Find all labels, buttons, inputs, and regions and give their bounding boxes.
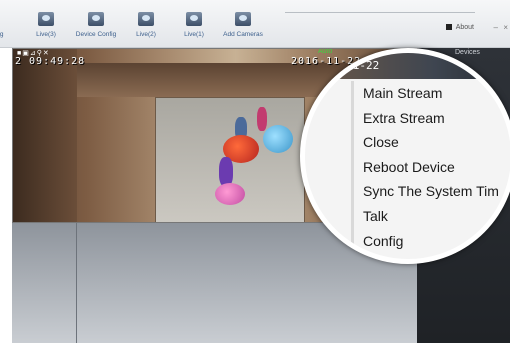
menu-item-extra-stream[interactable]: Extra Stream xyxy=(363,106,510,131)
camera-icon xyxy=(186,12,202,26)
menu-item-close[interactable]: Close xyxy=(363,130,510,155)
osd-time: 2 09:49:28 xyxy=(15,56,86,67)
minimize-button[interactable]: – xyxy=(494,23,498,32)
toolbar-item-label: Add Cameras xyxy=(223,31,263,38)
title-divider xyxy=(285,12,475,13)
pane-divider xyxy=(76,223,77,343)
magnified-date: 2016-11-22 xyxy=(313,59,380,72)
device-config-icon xyxy=(88,12,104,26)
camera-icon xyxy=(38,12,54,26)
bird-figure xyxy=(215,183,245,205)
zoom-magnifier: Auto 2016-11-22 Main Stream Extra Stream… xyxy=(300,48,510,264)
add-camera-icon xyxy=(235,12,251,26)
context-menu: Main Stream Extra Stream Close Reboot De… xyxy=(363,81,510,253)
about-button[interactable]: About xyxy=(445,24,474,31)
auto-label: Auto xyxy=(323,52,338,59)
bird-figure xyxy=(257,107,267,131)
toolbar-item-add-cameras[interactable]: Add Cameras xyxy=(213,12,273,38)
video-frame-wall xyxy=(13,49,77,222)
top-toolbar: fig Live(3) Device Config Live(2) Live(1… xyxy=(0,0,510,48)
menu-item-reboot-device[interactable]: Reboot Device xyxy=(363,155,510,180)
about-label: About xyxy=(455,24,474,31)
menu-item-config[interactable]: Config xyxy=(363,229,510,254)
menu-gutter xyxy=(351,81,354,259)
menu-item-main-stream[interactable]: Main Stream xyxy=(363,81,510,106)
bird-figure xyxy=(263,125,293,153)
shirt-icon xyxy=(445,24,452,30)
close-window-button[interactable]: × xyxy=(503,23,508,32)
menu-item-talk[interactable]: Talk xyxy=(363,204,510,229)
menu-item-sync-system-time[interactable]: Sync The System Tim xyxy=(363,179,510,204)
camera-icon xyxy=(138,12,154,26)
